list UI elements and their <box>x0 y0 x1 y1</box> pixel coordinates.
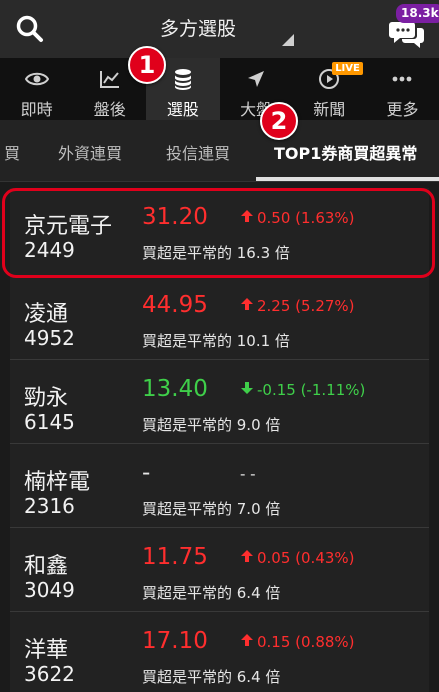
price-change: 0.15 (0.88%) <box>240 633 355 651</box>
search-icon[interactable] <box>12 11 48 47</box>
price-change-text: 0.50 (1.63%) <box>257 209 355 227</box>
down-arrow-icon <box>240 381 255 399</box>
buy-ratio-note: 買超是平常的 10.1 倍 <box>142 332 290 350</box>
stock-code: 2449 <box>24 238 75 262</box>
screen-selector-dropdown[interactable]: 多方選股 <box>100 8 296 48</box>
stock-code: 2316 <box>24 494 75 518</box>
stock-price: 17.10 <box>142 628 208 654</box>
up-arrow-icon <box>240 209 255 227</box>
stock-row[interactable]: 和鑫 3049 11.75 0.05 (0.43%) 買超是平常的 6.4 倍 <box>10 528 429 612</box>
stock-price: 44.95 <box>142 292 208 318</box>
chat-button[interactable]: 18.3k <box>386 4 439 52</box>
stock-code: 4952 <box>24 326 75 350</box>
price-change: -0.15 (-1.11%) <box>240 381 365 399</box>
price-change: 0.50 (1.63%) <box>240 209 355 227</box>
buy-ratio-note: 買超是平常的 7.0 倍 <box>142 500 281 518</box>
active-tab-indicator <box>256 177 439 181</box>
stock-list: 京元電子 2449 31.20 0.50 (1.63%) 買超是平常的 16.3 倍凌通… <box>10 188 429 692</box>
price-change: - - <box>240 465 256 483</box>
price-change-text: 2.25 (5.27%) <box>257 297 355 315</box>
navigation-arrow-icon <box>244 68 268 90</box>
tab-foreign-consecutive-buy[interactable]: 外資連買 <box>58 140 122 164</box>
stock-code: 6145 <box>24 410 75 434</box>
up-arrow-icon <box>240 633 255 651</box>
buy-ratio-note: 買超是平常的 6.4 倍 <box>142 668 281 686</box>
nav-item-more[interactable]: 更多 <box>366 58 439 120</box>
stock-name: 凌通 <box>24 302 69 327</box>
price-change-text: 0.15 (0.88%) <box>257 633 355 651</box>
price-change-text: 0.05 (0.43%) <box>257 549 355 567</box>
price-change-text: - - <box>240 465 256 483</box>
stock-name: 京元電子 <box>24 214 113 239</box>
up-arrow-icon <box>240 549 255 567</box>
tab-consecutive-buy-partial[interactable]: 買 <box>4 140 20 164</box>
stock-name: 洋華 <box>24 638 69 663</box>
tab-top1-broker-abnormal-buy[interactable]: TOP1券商買超異常 <box>274 140 417 164</box>
notification-badge: 18.3k <box>396 4 439 23</box>
live-badge: LIVE <box>332 62 363 75</box>
annotation-marker-1: 1 <box>128 46 166 84</box>
annotation-marker-2: 2 <box>260 102 298 140</box>
page-title: 多方選股 <box>159 18 236 40</box>
stock-code: 3049 <box>24 578 75 602</box>
stock-price: - <box>142 460 151 486</box>
line-chart-icon <box>98 68 122 90</box>
tab-trust-consecutive-buy[interactable]: 投信連買 <box>166 140 230 164</box>
nav-label: 盤後 <box>93 100 126 119</box>
nav-label: 新聞 <box>313 100 346 119</box>
nav-item-news[interactable]: LIVE 新聞 <box>293 58 366 120</box>
price-change: 2.25 (5.27%) <box>240 297 355 315</box>
nav-label: 選股 <box>166 100 199 119</box>
stock-name: 和鑫 <box>24 554 69 579</box>
top-bar: 多方選股 18.3k <box>0 0 439 58</box>
more-dots-icon <box>390 68 414 90</box>
stock-row[interactable]: 勁永 6145 13.40 -0.15 (-1.11%) 買超是平常的 9.0 倍 <box>10 360 429 444</box>
buy-ratio-note: 買超是平常的 16.3 倍 <box>142 244 290 262</box>
dropdown-corner-icon <box>282 34 294 46</box>
up-arrow-icon <box>240 297 255 315</box>
stock-row[interactable]: 凌通 4952 44.95 2.25 (5.27%) 買超是平常的 10.1 倍 <box>10 276 429 360</box>
stock-price: 11.75 <box>142 544 208 570</box>
stock-name: 勁永 <box>24 386 69 411</box>
buy-ratio-note: 買超是平常的 6.4 倍 <box>142 584 281 602</box>
nav-label: 即時 <box>20 100 53 119</box>
price-change-text: -0.15 (-1.11%) <box>257 381 366 399</box>
stock-row[interactable]: 洋華 3622 17.10 0.15 (0.88%) 買超是平常的 6.4 倍 <box>10 612 429 692</box>
stock-name: 楠梓電 <box>24 470 91 495</box>
screener-tabs: 買 外資連買 投信連買 TOP1券商買超異常 <box>0 120 439 182</box>
coins-stack-icon <box>171 68 195 90</box>
nav-label: 更多 <box>386 100 419 119</box>
stock-row[interactable]: 京元電子 2449 31.20 0.50 (1.63%) 買超是平常的 16.3 倍 <box>10 188 429 276</box>
main-nav: 即時 盤後 選股 大盤 LIVE 新聞 更多 <box>0 58 439 120</box>
eye-icon <box>24 68 49 90</box>
stock-code: 3622 <box>24 662 75 686</box>
stock-row[interactable]: 楠梓電 2316 - - - 買超是平常的 7.0 倍 <box>10 444 429 528</box>
price-change: 0.05 (0.43%) <box>240 549 355 567</box>
buy-ratio-note: 買超是平常的 9.0 倍 <box>142 416 281 434</box>
stock-price: 31.20 <box>142 204 208 230</box>
nav-item-realtime[interactable]: 即時 <box>0 58 73 120</box>
stock-price: 13.40 <box>142 376 208 402</box>
